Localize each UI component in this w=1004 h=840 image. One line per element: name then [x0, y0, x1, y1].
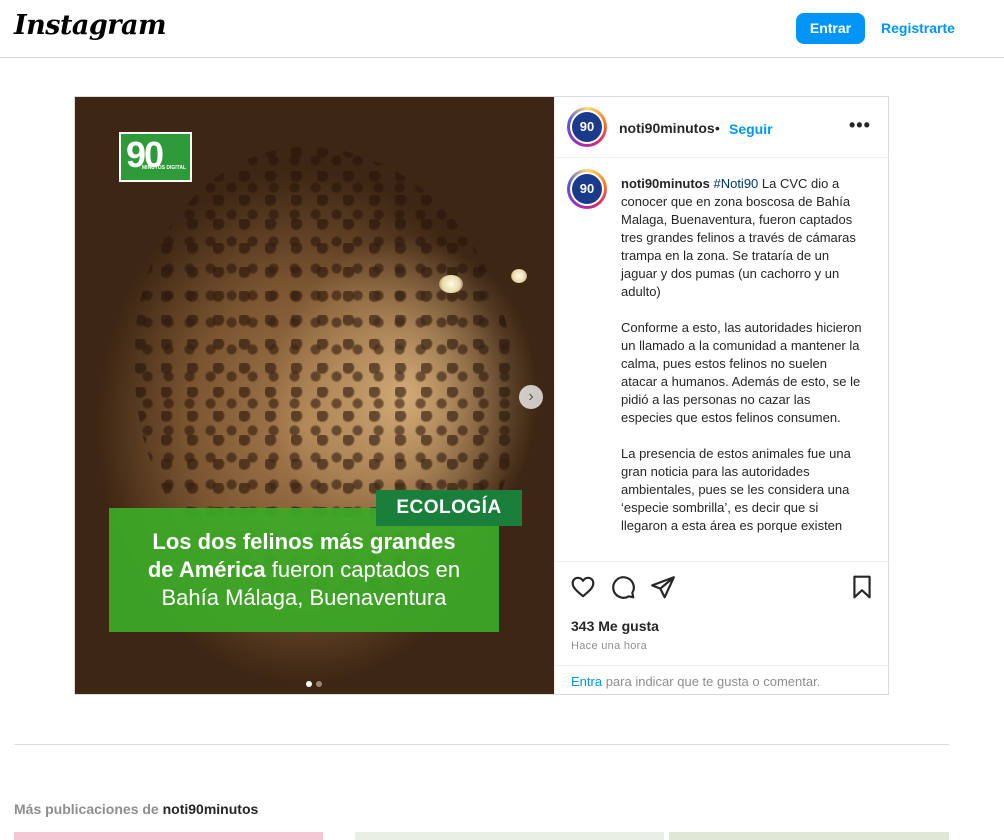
more-posts-heading: Más publicaciones de noti90minutos — [14, 801, 258, 817]
post-caption: noti90minutos #Noti90 La CVC dio a conoc… — [621, 175, 863, 553]
caption-scroll-area[interactable]: 90 noti90minutos #Noti90 La CVC dio a co… — [555, 159, 889, 561]
likes-count[interactable]: 343 Me gusta — [571, 618, 659, 634]
carousel-next-button[interactable]: › — [519, 385, 543, 409]
headline-line-2: de América fueron captados en — [119, 556, 489, 584]
jaguar-eye — [511, 269, 527, 283]
login-prompt: Entra para indicar que te gusta o coment… — [555, 665, 889, 695]
share-icon[interactable] — [650, 574, 676, 600]
carousel-indicator — [306, 674, 326, 692]
carousel-dot — [316, 681, 322, 687]
top-navigation-bar: Instagram Entrar Registrarte — [0, 0, 1004, 58]
instagram-logo[interactable]: Instagram — [14, 10, 167, 41]
bookmark-icon[interactable] — [849, 574, 875, 600]
avatar-logo: 90 — [572, 112, 602, 142]
more-post-thumbnail[interactable] — [355, 832, 664, 840]
headline-line-2-bold: de América — [147, 557, 266, 582]
category-tag: ECOLOGÍA — [376, 490, 522, 526]
caption-text-1: La CVC dio a conocer que en zona boscosa… — [621, 176, 856, 299]
post-sidebar: 90 noti90minutos • Seguir ••• 90 noti90m… — [554, 97, 889, 694]
more-posts-prefix: Más publicaciones de — [14, 801, 163, 817]
headline-line-2-rest: fueron captados en — [265, 557, 461, 582]
author-username[interactable]: noti90minutos — [619, 120, 715, 136]
post-timestamp: Hace una hora — [571, 640, 648, 652]
comment-icon[interactable] — [610, 574, 636, 600]
more-post-thumbnail[interactable] — [669, 832, 949, 840]
post-header: 90 noti90minutos • Seguir ••• — [555, 97, 889, 158]
headline-box: Los dos felinos más grandes de América f… — [109, 508, 499, 632]
more-options-icon[interactable]: ••• — [849, 115, 871, 136]
avatar-logo: 90 — [572, 174, 602, 204]
login-link[interactable]: Entra — [571, 674, 602, 689]
signup-link[interactable]: Registrarte — [881, 20, 955, 36]
caption-paragraph-1: noti90minutos #Noti90 La CVC dio a conoc… — [621, 175, 863, 301]
more-posts-username[interactable]: noti90minutos — [163, 801, 259, 817]
separator-dot: • — [715, 120, 720, 136]
carousel-dot-active — [306, 681, 312, 687]
badge-subtitle: MINUTOS DIGITAL — [142, 165, 186, 171]
heart-icon[interactable] — [570, 574, 596, 600]
follow-button[interactable]: Seguir — [729, 121, 773, 137]
section-divider — [14, 744, 949, 745]
caption-username[interactable]: noti90minutos — [621, 176, 710, 191]
jaguar-eye — [439, 275, 463, 293]
post-image[interactable]: 90 MINUTOS DIGITAL Los dos felinos más g… — [75, 97, 554, 694]
headline-line-1: Los dos felinos más grandes — [152, 529, 456, 554]
noti90-logo-badge: 90 MINUTOS DIGITAL — [119, 132, 192, 182]
post-actions: 343 Me gusta Hace una hora Entra para in… — [555, 561, 889, 694]
author-avatar[interactable]: 90 — [567, 107, 607, 147]
post-card: 90 MINUTOS DIGITAL Los dos felinos más g… — [74, 96, 889, 695]
caption-avatar[interactable]: 90 — [567, 169, 607, 209]
caption-paragraph-3: La presencia de estos animales fue una g… — [621, 446, 851, 533]
caption-hashtag[interactable]: #Noti90 — [713, 176, 758, 191]
headline-line-3: Bahía Málaga, Buenaventura — [161, 585, 447, 610]
login-button[interactable]: Entrar — [796, 13, 865, 44]
caption-paragraph-2: Conforme a esto, las autoridades hiciero… — [621, 320, 862, 425]
more-post-thumbnail[interactable] — [14, 832, 323, 840]
login-prompt-text: para indicar que te gusta o comentar. — [602, 674, 821, 689]
